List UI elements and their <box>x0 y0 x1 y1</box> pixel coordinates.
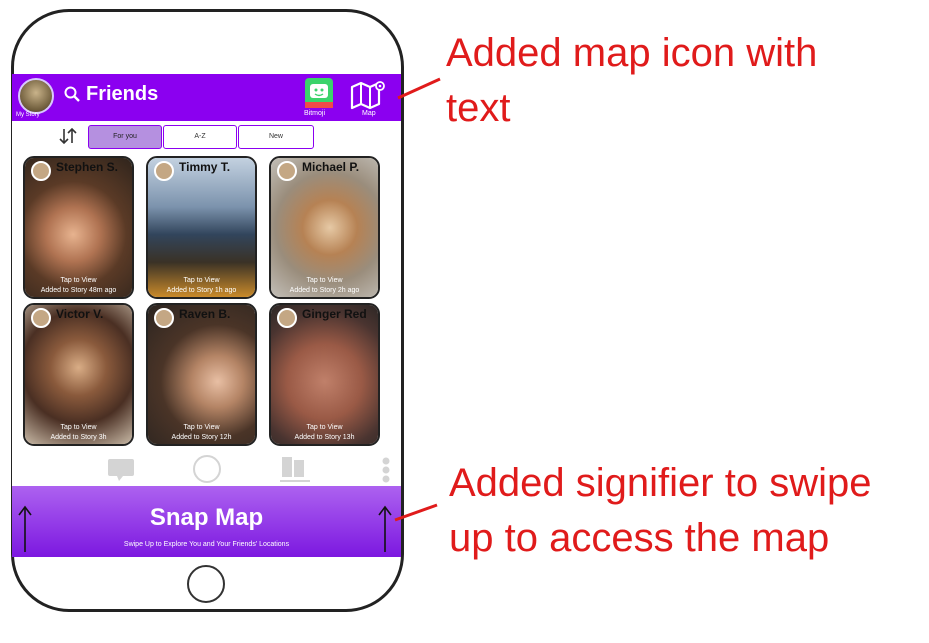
added-time-label: Added to Story 12h <box>171 434 232 441</box>
friend-avatar <box>154 308 174 328</box>
friend-name: Raven B. <box>179 307 231 321</box>
friend-name: Victor V. <box>56 307 104 321</box>
friend-avatar <box>154 161 174 181</box>
bitmoji-icon[interactable] <box>305 78 333 108</box>
my-story-label: My Story <box>16 112 40 118</box>
annotation-line: text <box>446 86 511 130</box>
sort-icon[interactable] <box>58 127 78 145</box>
snap-map-swipe-bar[interactable]: Snap Map Swipe Up to Explore You and You… <box>12 486 401 557</box>
friend-avatar <box>31 161 51 181</box>
search-icon[interactable] <box>64 86 80 102</box>
page-title[interactable]: Friends <box>86 83 158 106</box>
snap-map-subtitle: Swipe Up to Explore You and Your Friends… <box>123 541 290 548</box>
tap-to-view-label: Tap to View <box>60 424 97 431</box>
friend-name: Ginger Red <box>302 307 367 321</box>
stories-icon[interactable] <box>280 455 310 483</box>
story-card[interactable]: Michael P. Tap to View Added to Story 2h… <box>269 156 380 299</box>
annotation-swipe-signifier: Added signifier to swipe up to access th… <box>449 456 871 566</box>
added-time-label: Added to Story 2h ago <box>289 287 360 294</box>
camera-shutter-icon[interactable] <box>191 454 223 484</box>
tab-for-you[interactable]: For you <box>88 125 162 149</box>
friend-name: Timmy T. <box>179 160 231 174</box>
story-card[interactable]: Victor V. Tap to View Added to Story 3h <box>23 303 134 446</box>
bottom-nav <box>12 452 401 484</box>
app-screen: My Story Friends Bitmoji Map For you A-Z… <box>12 74 401 557</box>
home-button[interactable] <box>187 565 225 603</box>
tab-a-z[interactable]: A-Z <box>163 125 237 149</box>
bitmoji-label: Bitmoji <box>304 110 326 117</box>
sort-row: For you A-Z New <box>12 122 401 150</box>
map-icon[interactable] <box>349 80 387 110</box>
annotation-line: Added signifier to swipe <box>449 461 872 505</box>
story-card[interactable]: Ginger Red Tap to View Added to Story 13… <box>269 303 380 446</box>
my-story-avatar[interactable] <box>18 78 54 114</box>
snap-map-title: Snap Map <box>149 504 264 531</box>
friend-name: Michael P. <box>302 160 360 174</box>
friend-avatar <box>31 308 51 328</box>
annotation-map-icon: Added map icon with text <box>446 26 817 136</box>
annotation-line: Added map icon with <box>446 31 818 75</box>
tap-to-view-label: Tap to View <box>60 277 97 284</box>
top-header: My Story Friends Bitmoji Map <box>12 74 401 121</box>
added-time-label: Added to Story 3h <box>50 434 107 441</box>
story-card[interactable]: Raven B. Tap to View Added to Story 12h <box>146 303 257 446</box>
added-time-label: Added to Story 1h ago <box>166 287 237 294</box>
swipe-up-arrow-icon <box>378 505 392 552</box>
map-label: Map <box>362 110 376 117</box>
friend-avatar <box>277 161 297 181</box>
chat-icon[interactable] <box>107 458 135 482</box>
friend-name: Stephen S. <box>56 160 119 174</box>
tap-to-view-label: Tap to View <box>183 277 220 284</box>
more-dots-icon[interactable] <box>381 456 391 484</box>
tab-new[interactable]: New <box>238 125 314 149</box>
story-card[interactable]: Timmy T. Tap to View Added to Story 1h a… <box>146 156 257 299</box>
added-time-label: Added to Story 48m ago <box>40 287 117 294</box>
annotation-line: up to access the map <box>449 516 830 560</box>
tap-to-view-label: Tap to View <box>306 277 343 284</box>
tap-to-view-label: Tap to View <box>306 424 343 431</box>
story-card[interactable]: Stephen S. Tap to View Added to Story 48… <box>23 156 134 299</box>
friend-avatar <box>277 308 297 328</box>
added-time-label: Added to Story 13h <box>294 434 355 441</box>
tap-to-view-label: Tap to View <box>183 424 220 431</box>
